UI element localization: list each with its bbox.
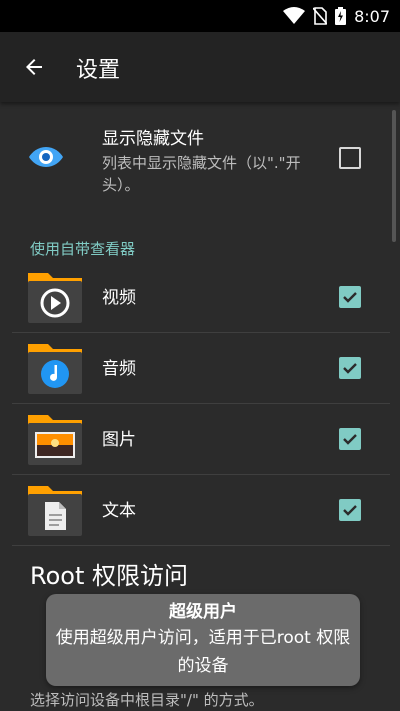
check-icon bbox=[343, 505, 357, 516]
no-sim-icon bbox=[313, 7, 328, 25]
scrollbar[interactable] bbox=[392, 110, 396, 242]
status-time: 8:07 bbox=[354, 6, 390, 26]
divider bbox=[12, 332, 390, 333]
show-hidden-files-title: 显示隐藏文件 bbox=[102, 129, 204, 149]
app-bar: 设置 bbox=[0, 32, 400, 102]
root-access-description: 选择访问设备中根目录"/" 的方式。 bbox=[30, 691, 264, 709]
show-hidden-files-row[interactable]: 显示隐藏文件 列表中显示隐藏文件（以"."开头）。 bbox=[0, 110, 392, 210]
root-access-title[interactable]: Root 权限访问 bbox=[30, 556, 188, 591]
viewer-label-text: 文本 bbox=[102, 501, 136, 521]
section-header-viewers: 使用自带查看器 bbox=[30, 240, 136, 258]
battery-charging-icon bbox=[335, 7, 347, 25]
status-bar: 8:07 bbox=[0, 0, 400, 32]
viewer-label-image: 图片 bbox=[102, 430, 136, 450]
show-hidden-files-subtitle: 列表中显示隐藏文件（以"."开头）。 bbox=[102, 154, 301, 194]
viewer-row-audio[interactable]: 音频 bbox=[12, 334, 390, 404]
wifi-icon bbox=[283, 7, 306, 24]
check-icon bbox=[343, 363, 357, 374]
viewer-checkbox-text[interactable] bbox=[339, 499, 361, 521]
divider bbox=[12, 545, 390, 546]
status-icons: 8:07 bbox=[283, 6, 390, 26]
eye-icon bbox=[29, 147, 63, 167]
toast: 超级用户 使用超级用户访问，适用于已root 权限的设备 bbox=[46, 594, 360, 686]
image-folder-icon bbox=[28, 415, 82, 465]
video-folder-icon bbox=[28, 273, 82, 323]
text-folder-icon bbox=[28, 486, 82, 536]
check-icon bbox=[343, 434, 357, 445]
toast-title: 超级用户 bbox=[169, 602, 237, 622]
audio-folder-icon bbox=[28, 344, 82, 394]
divider bbox=[12, 403, 390, 404]
viewer-row-text[interactable]: 文本 bbox=[12, 476, 390, 546]
arrow-left-icon bbox=[26, 59, 42, 75]
viewer-checkbox-image[interactable] bbox=[339, 428, 361, 450]
viewer-checkbox-video[interactable] bbox=[339, 286, 361, 308]
viewer-label-audio: 音频 bbox=[102, 359, 136, 379]
check-icon bbox=[343, 292, 357, 303]
back-button[interactable] bbox=[16, 49, 52, 85]
show-hidden-files-checkbox[interactable] bbox=[339, 147, 361, 169]
viewer-checkbox-audio[interactable] bbox=[339, 357, 361, 379]
viewer-row-image[interactable]: 图片 bbox=[12, 405, 390, 475]
toast-message: 使用超级用户访问，适用于已root 权限的设备 bbox=[55, 628, 351, 676]
divider bbox=[12, 474, 390, 475]
viewer-row-video[interactable]: 视频 bbox=[12, 263, 390, 333]
page-title: 设置 bbox=[76, 58, 121, 83]
viewer-label-video: 视频 bbox=[102, 288, 136, 308]
